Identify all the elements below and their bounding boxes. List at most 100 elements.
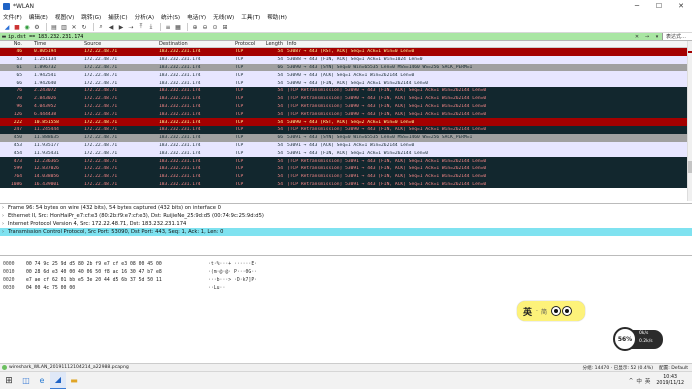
column-destination[interactable]: Destination	[159, 41, 235, 47]
fin-icon[interactable]: ◢	[3, 23, 11, 31]
last-icon[interactable]: ⤓	[147, 23, 155, 31]
tray-lang-icon[interactable]: 英	[645, 377, 651, 385]
ime-language-toggle[interactable]: 英	[523, 305, 532, 318]
menu-file[interactable]: 文件(F)	[3, 13, 22, 21]
taskbar-clock[interactable]: 10:43 2019/11/12	[656, 375, 684, 387]
packet-list-scrollbar[interactable]	[687, 41, 692, 201]
packet-row[interactable]: 599 12.837026 172.22.48.71 183.232.231.174 T…	[0, 164, 692, 173]
detail-frame[interactable]: › Frame 96: 54 bytes on wire (432 bits),…	[0, 204, 692, 212]
close-file-icon[interactable]: ✕	[70, 23, 78, 31]
packet-row[interactable]: 764 14.038056 172.22.48.71 183.232.231.174 T…	[0, 172, 692, 181]
menu-go[interactable]: 跳转(G)	[81, 13, 101, 21]
apply-filter-icon[interactable]: →	[642, 34, 652, 40]
packet-cell-src: 172.22.48.71	[84, 181, 118, 187]
detail-tcp[interactable]: › Transmission Control Protocol, Src Por…	[0, 228, 692, 236]
detail-ethernet[interactable]: › Ethernet II, Src: HonHaiPr_e7:cf:e3 (8…	[0, 212, 692, 220]
maximize-button[interactable]: ☐	[648, 0, 670, 12]
packet-row[interactable]: 46 0.805194 172.22.48.71 183.232.231.174 TCP…	[0, 48, 692, 56]
hex-row[interactable]: 0010 00 28 6d e3 40 00 40 06 50 f8 ac 16…	[0, 268, 692, 276]
menu-tools[interactable]: 工具(T)	[241, 13, 260, 21]
packet-row[interactable]: 222 10.851558 172.22.48.71 183.232.231.174 T…	[0, 118, 692, 126]
menu-help[interactable]: 帮助(H)	[267, 13, 287, 21]
packet-row[interactable]: 76 2.243072 172.22.48.71 183.232.231.174 TCP…	[0, 86, 692, 95]
packet-cell-dst: 183.232.231.174	[159, 166, 201, 172]
reload-icon[interactable]: ↻	[80, 23, 88, 31]
restart-icon[interactable]: ◉	[23, 23, 31, 31]
tray-overflow-icon[interactable]: ^	[629, 378, 634, 384]
packet-cell-info: 53090 → 443 [RST, ACK] Seq=2 Ack=1 Win=0…	[287, 119, 415, 125]
packet-row[interactable]: 1086 16.439001 172.22.48.71 183.232.231.174…	[0, 180, 692, 189]
open-icon[interactable]: ▤	[50, 23, 58, 31]
packet-cell-src: 172.22.48.71	[84, 135, 118, 141]
column-time[interactable]: Time	[24, 41, 84, 47]
column-no[interactable]: No.	[0, 41, 24, 47]
packet-row[interactable]: 473 12.236365 172.22.48.71 183.232.231.174 T…	[0, 157, 692, 165]
explorer-icon[interactable]: ◫	[18, 372, 34, 389]
packet-row[interactable]: 453 11.935177 172.22.48.71 183.232.231.174 T…	[0, 141, 692, 150]
ime-toolbar[interactable]: 英 · 简	[517, 301, 585, 321]
packet-row[interactable]: 61 1.896732 172.22.48.71 183.232.231.174 TCP…	[0, 63, 692, 72]
ime-punctuation-toggle[interactable]: ·	[536, 308, 538, 315]
find-icon[interactable]: ⌕	[97, 23, 105, 31]
column-source[interactable]: Source	[84, 41, 159, 47]
menu-capture[interactable]: 捕获(C)	[108, 13, 127, 21]
goto-icon[interactable]: ⇢	[127, 23, 135, 31]
forward-icon[interactable]: ▶	[117, 23, 125, 31]
bookmark-icon[interactable]: ▬	[0, 34, 8, 40]
packet-cell-no: 46	[16, 49, 22, 55]
start-icon[interactable]: ⊞	[0, 372, 18, 389]
packet-cell-time: 11.935177	[34, 142, 59, 148]
folder-icon[interactable]: ▬	[66, 372, 82, 389]
hex-row[interactable]: 0020 e7 ae cf 62 01 bb e5 3e 20 44 d5 6b…	[0, 276, 692, 284]
packet-row[interactable]: 454 11.935431 172.22.48.71 183.232.231.174 T…	[0, 149, 692, 158]
minimize-button[interactable]: ─	[626, 0, 648, 12]
menu-telephony[interactable]: 电话(Y)	[187, 13, 206, 21]
scrollbar-thumb[interactable]	[688, 161, 692, 173]
menu-analyze[interactable]: 分析(A)	[135, 13, 154, 21]
packet-row[interactable]: 247 11.245444 172.22.48.71 183.232.231.174 T…	[0, 125, 692, 134]
profile-selector[interactable]: 配置: Default	[659, 365, 688, 371]
ime-mode-toggle[interactable]: 简	[541, 307, 547, 316]
packet-row[interactable]: 78 2.843026 172.22.48.71 183.232.231.174 TCP…	[0, 94, 692, 103]
network-speed-widget[interactable]: 0k/s 0.2k/s 56%	[613, 327, 665, 353]
expression-button[interactable]: 表达式…	[661, 33, 692, 40]
menu-edit[interactable]: 编辑(E)	[29, 13, 48, 21]
zoom-in-icon[interactable]: ⊕	[191, 23, 199, 31]
stop-icon[interactable]: ■	[13, 23, 21, 31]
resize-columns-icon[interactable]: ⊞	[221, 23, 229, 31]
hex-row[interactable]: 0000 00 74 9c 25 9d d5 80 2b f9 e7 cf e3…	[0, 260, 692, 268]
display-filter-bar: ▬ ip.dst == 183.232.231.174 ✕ → ▾ 表达式…	[0, 33, 692, 41]
hex-row[interactable]: 0030 04 00 4c 75 00 00 ··Lu··	[0, 284, 692, 292]
display-filter-input[interactable]: ip.dst == 183.232.231.174	[8, 34, 632, 40]
autoscroll-icon[interactable]: ≡	[164, 23, 172, 31]
wireshark-icon[interactable]: ◢	[50, 371, 66, 389]
options-icon[interactable]: ⚙	[33, 23, 41, 31]
column-protocol[interactable]: Protocol	[235, 41, 263, 47]
menu-statistics[interactable]: 统计(S)	[161, 13, 180, 21]
expert-info-icon[interactable]	[2, 365, 7, 370]
recent-filters-icon[interactable]: ▾	[652, 34, 662, 40]
packet-row[interactable]: 53 1.251134 172.22.48.71 183.232.231.174 TCP…	[0, 55, 692, 64]
column-length[interactable]: Length	[263, 41, 287, 47]
back-icon[interactable]: ◀	[107, 23, 115, 31]
packet-cell-no: 126	[13, 111, 22, 117]
packet-row[interactable]: 96 4.043952 172.22.48.71 183.232.231.174 TCP…	[0, 102, 692, 111]
edge-icon[interactable]: e	[34, 372, 50, 389]
menu-wireless[interactable]: 无线(W)	[213, 13, 234, 21]
detail-ipv4[interactable]: › Internet Protocol Version 4, Src: 172.…	[0, 220, 692, 228]
packet-row[interactable]: 450 11.888635 172.22.48.71 183.232.231.174 T…	[0, 133, 692, 142]
packet-cell-src: 172.22.48.71	[84, 111, 118, 117]
packet-row[interactable]: 65 1.942541 172.22.48.71 183.232.231.174 TCP…	[0, 71, 692, 80]
tray-ime-icon[interactable]: 中	[636, 377, 642, 385]
save-icon[interactable]: ▥	[60, 23, 68, 31]
zoom-out-icon[interactable]: ⊖	[201, 23, 209, 31]
colorize-icon[interactable]: ▦	[174, 23, 182, 31]
close-button[interactable]: ✕	[670, 0, 692, 12]
zoom-reset-icon[interactable]: ⊙	[211, 23, 219, 31]
clear-filter-icon[interactable]: ✕	[632, 34, 642, 40]
column-info[interactable]: Info	[287, 41, 692, 47]
packet-row[interactable]: 66 1.942640 172.22.48.71 183.232.231.174 TCP…	[0, 79, 692, 87]
menu-view[interactable]: 视图(V)	[55, 13, 74, 21]
packet-row[interactable]: 126 6.444438 172.22.48.71 183.232.231.174 TC…	[0, 110, 692, 119]
first-icon[interactable]: ⤒	[137, 23, 145, 31]
